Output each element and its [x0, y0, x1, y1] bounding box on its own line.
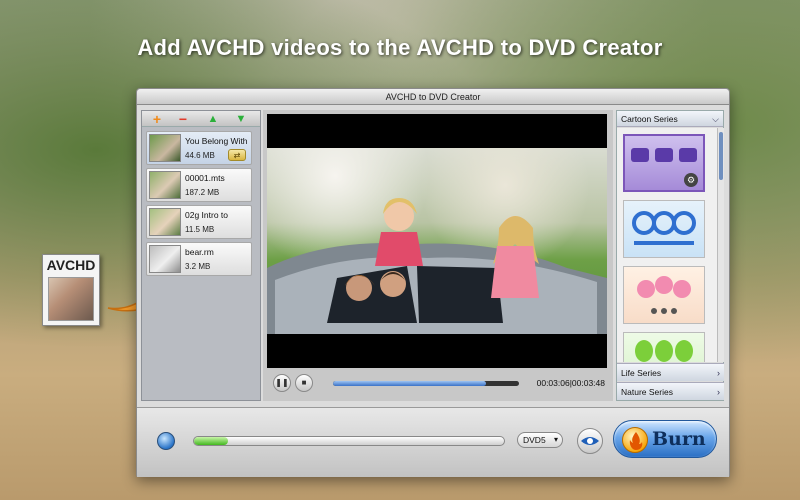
series-row-life[interactable]: Life Series › [617, 363, 724, 381]
move-down-icon[interactable]: ▼ [234, 112, 248, 126]
series-header-cartoon[interactable]: Cartoon Series ⌵ [617, 111, 723, 127]
chevron-down-icon: ⌵ [712, 114, 719, 124]
playback-slider[interactable] [333, 381, 519, 386]
template-art [635, 340, 693, 362]
pause-icon[interactable]: ❚❚ [273, 374, 291, 392]
template-scrollbar[interactable] [717, 128, 724, 362]
player-controls: ❚❚ ■ 00:03:06|00:03:48 [267, 372, 607, 394]
time-readout: 00:03:06|00:03:48 [536, 378, 605, 388]
chevron-right-icon: › [717, 368, 720, 378]
series-header-label: Cartoon Series [621, 114, 678, 124]
burn-label: Burn [652, 428, 706, 450]
template-thumbnail[interactable] [623, 266, 705, 324]
eye-icon [581, 437, 599, 445]
scrollbar-thumb[interactable] [719, 132, 723, 180]
move-up-icon[interactable]: ▲ [206, 112, 220, 126]
file-size: 44.6 MB [185, 151, 215, 160]
file-type-label: AVCHD [46, 257, 96, 273]
file-list-panel: + − ▲ ▼ You Belong With 44.6 MB ⇄ 00001.… [141, 110, 261, 401]
file-size: 3.2 MB [185, 262, 211, 271]
video-thumbnail [149, 208, 181, 236]
template-art [637, 276, 691, 314]
chevron-down-icon: ▾ [553, 435, 558, 444]
preview-eye-button[interactable] [577, 428, 603, 454]
menu-template-panel: Cartoon Series ⌵ ⚙ Life Series › Nature … [616, 110, 724, 401]
add-icon[interactable]: + [150, 112, 164, 126]
remove-icon[interactable]: − [176, 112, 190, 126]
template-art: ⚙ [631, 148, 698, 187]
burn-button[interactable]: Burn [613, 420, 717, 458]
svg-text:⚙: ⚙ [687, 176, 695, 186]
chevron-right-icon: › [717, 387, 720, 397]
video-frame [267, 148, 607, 334]
list-item[interactable]: 02g Intro to 11.5 MB [146, 205, 252, 239]
flame-icon [622, 427, 648, 453]
disc-icon[interactable] [157, 432, 175, 450]
headline: Add AVCHD videos to the AVCHD to DVD Cre… [137, 35, 663, 60]
file-thumbnail [48, 277, 94, 321]
template-thumbnail[interactable] [623, 332, 705, 362]
video-player: ❚❚ ■ 00:03:06|00:03:48 [263, 110, 613, 401]
list-item[interactable]: 00001.mts 187.2 MB [146, 168, 252, 202]
series-label: Life Series [621, 368, 662, 378]
playback-progress [333, 381, 486, 386]
template-thumbnail[interactable]: ⚙ [623, 134, 705, 192]
template-art [632, 211, 696, 245]
file-size: 11.5 MB [185, 225, 215, 234]
avchd-file-icon: AVCHD [42, 254, 100, 326]
series-label: Nature Series [621, 387, 673, 397]
swap-icon[interactable]: ⇄ [228, 149, 246, 161]
video-thumbnail [149, 171, 181, 199]
template-list: ⚙ [617, 128, 717, 362]
video-thumbnail [149, 245, 181, 273]
file-size: 187.2 MB [185, 188, 220, 197]
disc-capacity-bar [193, 436, 505, 446]
file-name: bear.rm [185, 247, 214, 257]
bottom-toolbar: DVD5 ▾ Burn [137, 407, 729, 477]
list-item[interactable]: You Belong With 44.6 MB ⇄ [146, 131, 252, 165]
file-list-toolbar: + − ▲ ▼ [142, 111, 260, 127]
disc-capacity-fill [194, 437, 229, 445]
app-window: AVCHD to DVD Creator + − ▲ ▼ You Belong … [136, 88, 730, 477]
series-row-nature[interactable]: Nature Series › [617, 382, 724, 400]
disc-type-select[interactable]: DVD5 ▾ [517, 432, 563, 448]
video-thumbnail [149, 134, 181, 162]
stop-icon[interactable]: ■ [295, 374, 313, 392]
file-name: You Belong With [185, 136, 248, 146]
video-frame-art [267, 198, 607, 334]
video-screen [267, 114, 607, 368]
template-thumbnail[interactable] [623, 200, 705, 258]
disc-type-value: DVD5 [523, 435, 546, 445]
file-name: 02g Intro to [185, 210, 229, 220]
file-name: 00001.mts [185, 173, 225, 183]
list-item[interactable]: bear.rm 3.2 MB [146, 242, 252, 276]
window-title: AVCHD to DVD Creator [137, 89, 729, 105]
